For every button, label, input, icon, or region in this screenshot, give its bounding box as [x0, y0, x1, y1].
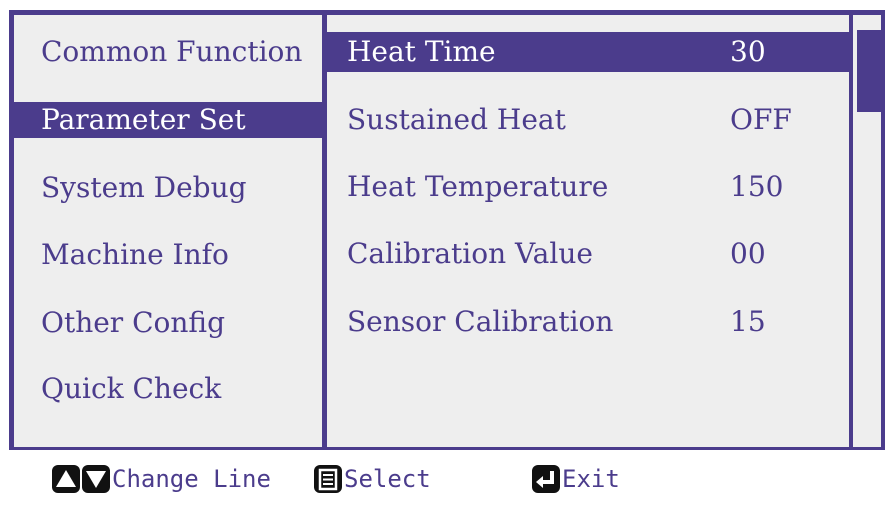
hint-exit: Exit: [532, 462, 620, 496]
return-arrow-icon: [532, 465, 560, 493]
param-row-heat-time[interactable]: Heat Time 30: [327, 32, 849, 72]
hint-change-line: Change Line: [52, 462, 271, 496]
menu-item-system-debug[interactable]: System Debug: [14, 170, 322, 206]
hint-label: Select: [344, 465, 431, 493]
hint-label: Change Line: [112, 465, 271, 493]
menu-item-parameter-set[interactable]: Parameter Set: [14, 102, 322, 138]
param-value: 00: [730, 237, 766, 270]
main-menu: Common Function Parameter Set System Deb…: [14, 15, 322, 447]
param-label: Heat Temperature: [347, 170, 609, 203]
menu-item-machine-info[interactable]: Machine Info: [14, 237, 322, 273]
param-row-sustained-heat[interactable]: Sustained Heat OFF: [327, 100, 849, 140]
down-arrow-icon: [82, 465, 110, 493]
param-row-heat-temperature[interactable]: Heat Temperature 150: [327, 167, 849, 207]
hint-label: Exit: [562, 465, 620, 493]
menu-item-common-function[interactable]: Common Function: [14, 34, 322, 70]
device-screen: Common Function Parameter Set System Deb…: [0, 0, 894, 508]
param-label: Sensor Calibration: [347, 305, 614, 338]
up-arrow-icon: [52, 465, 80, 493]
hint-select: Select: [314, 462, 431, 496]
param-label: Heat Time: [347, 35, 496, 68]
param-row-calibration-value[interactable]: Calibration Value 00: [327, 234, 849, 274]
menu-item-other-config[interactable]: Other Config: [14, 305, 322, 341]
param-value: OFF: [730, 103, 792, 136]
menu-item-quick-check[interactable]: Quick Check: [14, 371, 322, 407]
param-row-sensor-calibration[interactable]: Sensor Calibration 15: [327, 302, 849, 342]
param-label: Sustained Heat: [347, 103, 566, 136]
scrollbar-thumb[interactable]: [857, 30, 881, 112]
param-value: 15: [730, 305, 766, 338]
document-icon: [314, 465, 342, 493]
footer-hints: Change Line Select Exit: [0, 450, 894, 508]
param-value: 30: [730, 35, 766, 68]
param-value: 150: [730, 170, 784, 203]
param-label: Calibration Value: [347, 237, 593, 270]
parameter-list: Heat Time 30 Sustained Heat OFF Heat Tem…: [327, 15, 849, 447]
